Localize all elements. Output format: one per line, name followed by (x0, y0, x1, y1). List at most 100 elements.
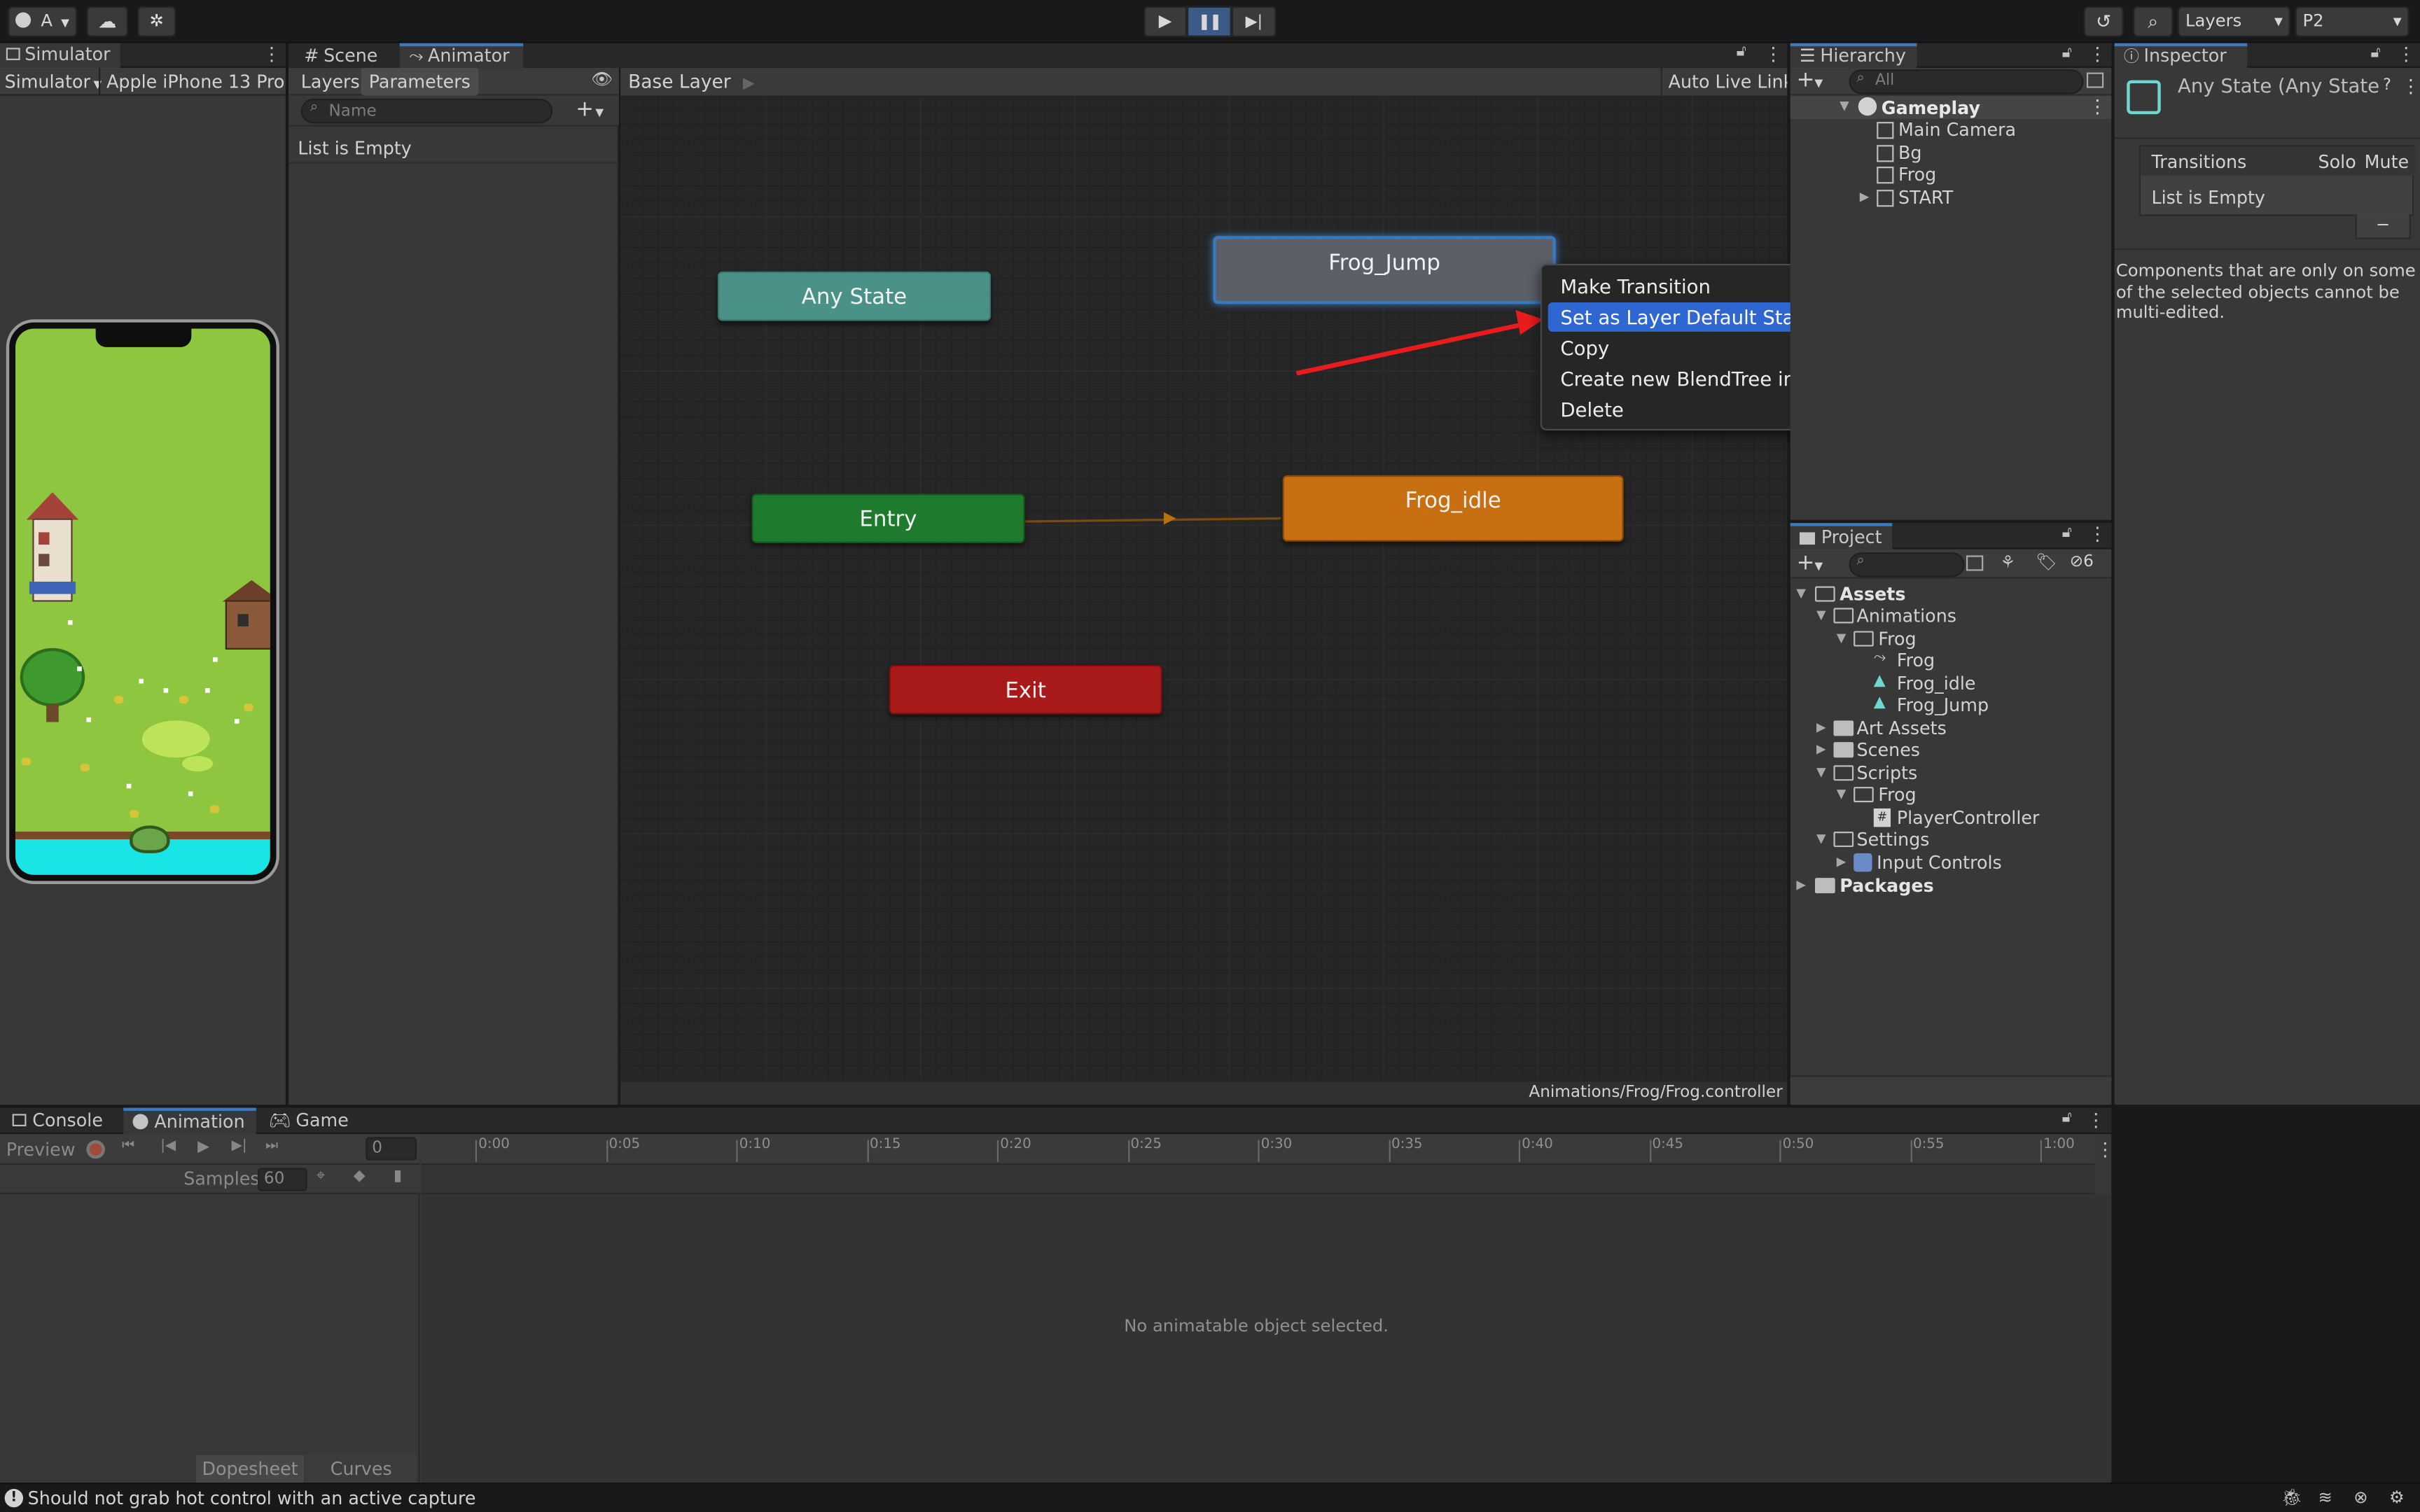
add-event-icon[interactable]: ▮ (394, 1168, 402, 1185)
more-options-icon[interactable]: ⋮ (263, 43, 281, 65)
more-options-icon[interactable]: ⋮ (2402, 76, 2420, 97)
project-item-input-controls[interactable]: ▶ Input Controls (1790, 852, 2111, 875)
tab-curves[interactable]: Curves (305, 1455, 417, 1485)
prev-key-icon[interactable]: |◀ (160, 1139, 176, 1154)
project-item-scenes[interactable]: ▶ Scenes (1790, 739, 2111, 762)
state-frog-idle[interactable]: Frog_idle (1282, 475, 1624, 542)
game-viewport[interactable] (15, 328, 270, 875)
state-frog-jump[interactable]: Frog_Jump (1213, 236, 1556, 304)
state-entry[interactable]: Entry (751, 493, 1025, 543)
frame-input[interactable]: 0 (366, 1137, 417, 1161)
layers-status-icon[interactable]: ≋ (2318, 1488, 2332, 1508)
account-dropdown[interactable]: A ▼ (8, 6, 78, 37)
play-animation-icon[interactable]: ▶ (197, 1139, 209, 1156)
lock-icon[interactable]: 🔓︎ (1737, 43, 1746, 60)
more-options-icon[interactable]: ⋮ (1764, 43, 1782, 65)
animator-graph[interactable]: Base Layer ▶ Auto Live Link Any State Fr… (620, 67, 1788, 1105)
layout-dropdown[interactable]: P2 ▼ (2295, 6, 2409, 37)
project-item-frog-controller[interactable]: ⤳ Frog (1790, 650, 2111, 673)
hierarchy-item-bg[interactable]: Bg (1790, 142, 2111, 165)
remove-transition-button[interactable]: − (2355, 214, 2411, 239)
search-button[interactable]: ⌕ (2133, 6, 2174, 37)
more-options-icon[interactable]: ⋮ (2087, 1110, 2105, 1131)
create-asset-button[interactable]: +▼ (1797, 551, 1823, 575)
samples-input[interactable]: 60 (258, 1168, 307, 1191)
more-options-icon[interactable]: ⋮ (2096, 1139, 2114, 1161)
tab-console[interactable]: Console (3, 1108, 112, 1134)
project-item-scripts-frog[interactable]: ▼ Frog (1790, 784, 2111, 807)
project-item-frog-folder[interactable]: ▼ Frog (1790, 628, 2111, 651)
project-item-packages[interactable]: ▶ Packages (1790, 875, 2111, 898)
step-button[interactable]: ▶| (1231, 6, 1277, 37)
state-any-state[interactable]: Any State (717, 271, 992, 321)
tab-game[interactable]: 🎮︎ Game (259, 1108, 358, 1134)
project-item-animations[interactable]: ▼ Animations (1790, 605, 2111, 628)
dopesheet-area[interactable] (421, 1194, 2112, 1485)
pause-button[interactable]: ❚❚ (1186, 6, 1232, 37)
lock-icon[interactable]: 🔓︎ (2062, 1110, 2072, 1126)
tab-animator[interactable]: ⤳ Animator (399, 43, 524, 68)
menu-item-delete[interactable]: Delete (1548, 395, 1829, 424)
expand-arrow-icon[interactable]: ▼ (1830, 784, 1852, 806)
expand-arrow-icon[interactable]: ▼ (1833, 96, 1855, 118)
expand-arrow-icon[interactable]: ▶ (1854, 187, 1875, 209)
label-icon[interactable]: 🏷︎ (2036, 552, 2057, 573)
tab-project[interactable]: Project (1790, 523, 1893, 550)
key-filter-icon[interactable]: ⌖ (317, 1168, 325, 1185)
simulator-mode-dropdown[interactable]: Simulator ▼ (5, 71, 102, 92)
expand-arrow-icon[interactable]: ▼ (1810, 762, 1832, 784)
more-options-icon[interactable]: ⋮ (2088, 523, 2106, 545)
menu-item-set-default-state[interactable]: Set as Layer Default State (1548, 302, 1829, 332)
project-item-player-controller[interactable]: # PlayerController (1790, 807, 2111, 830)
record-button[interactable] (86, 1140, 105, 1159)
menu-item-create-blendtree[interactable]: Create new BlendTree in State (1548, 364, 1852, 393)
project-item-scripts[interactable]: ▼ Scripts (1790, 762, 2111, 785)
hierarchy-search-input[interactable]: ⌕ All (1849, 69, 2084, 94)
play-button[interactable]: ▶ (1143, 6, 1187, 37)
eye-icon[interactable]: 👁︎ (591, 69, 613, 90)
create-button[interactable]: +▼ (1797, 68, 1823, 92)
hierarchy-item-main-camera[interactable]: Main Camera (1790, 119, 2111, 142)
add-parameter-button[interactable]: + ▼ (576, 97, 604, 122)
undo-history-button[interactable]: ↺ (2083, 6, 2124, 37)
status-message[interactable]: Should not grab hot control with an acti… (28, 1488, 476, 1509)
hidden-packages-toggle[interactable]: ⊘6 (2070, 552, 2094, 570)
network-icon[interactable]: ⊗ (2353, 1488, 2367, 1508)
cloud-button[interactable]: ☁ (86, 6, 128, 37)
project-item-frog-jump[interactable]: ▲ Frog_Jump (1790, 694, 2111, 718)
scene-visibility-icon[interactable] (2086, 72, 2104, 88)
tab-layers[interactable]: Layers (293, 68, 368, 96)
first-key-icon[interactable]: ⏮ (122, 1139, 134, 1154)
next-key-icon[interactable]: ▶| (232, 1139, 247, 1154)
project-search-input[interactable]: ⌕ (1849, 552, 1965, 578)
hierarchy-row-gameplay[interactable]: ▼ Gameplay ⋮ (1790, 95, 2112, 119)
lock-icon[interactable]: 🔓︎ (2370, 45, 2380, 62)
expand-arrow-icon[interactable]: ▶ (1790, 875, 1812, 897)
help-icon[interactable]: ? (2383, 77, 2391, 94)
hierarchy-item-start[interactable]: ▶ START (1790, 187, 2111, 210)
bug-icon[interactable]: 🐞︎ (2281, 1488, 2303, 1508)
device-dropdown[interactable]: Apple iPhone 13 Pro M (106, 71, 286, 92)
more-options-icon[interactable]: ⋮ (2397, 43, 2415, 65)
project-item-assets[interactable]: ▼ Assets (1790, 583, 2111, 606)
tab-hierarchy[interactable]: ☰ Hierarchy (1790, 43, 1917, 68)
preview-toggle[interactable]: Preview (6, 1139, 76, 1161)
tab-scene[interactable]: # Scene (295, 43, 387, 68)
project-item-settings[interactable]: ▼ Settings (1790, 829, 2111, 852)
tab-inspector[interactable]: ⓘ Inspector (2114, 43, 2248, 68)
tab-animation[interactable]: Animation (123, 1107, 256, 1135)
tab-simulator[interactable]: Simulator (0, 43, 120, 68)
layers-dropdown[interactable]: Layers ▼ (2177, 6, 2290, 37)
tab-parameters[interactable]: Parameters (361, 67, 478, 96)
timeline-ruler[interactable]: 0:00 0:05 0:10 0:15 0:20 0:25 0:30 0:35 0:40 0:45… (421, 1134, 2094, 1166)
project-item-frog-idle[interactable]: ▲ Frog_idle (1790, 673, 2111, 696)
search-by-type-icon[interactable] (1966, 555, 1984, 571)
expand-arrow-icon[interactable]: ▼ (1810, 829, 1832, 850)
expand-arrow-icon[interactable]: ▼ (1810, 605, 1832, 626)
parameter-search-input[interactable]: ⌕ Name (300, 99, 553, 124)
more-options-icon[interactable]: ⋮ (2088, 43, 2106, 65)
more-options-icon[interactable]: ⋮ (2088, 96, 2106, 118)
state-exit[interactable]: Exit (889, 664, 1162, 715)
project-item-art-assets[interactable]: ▶ Art Assets (1790, 718, 2111, 741)
menu-item-copy[interactable]: Copy (1548, 333, 1829, 363)
